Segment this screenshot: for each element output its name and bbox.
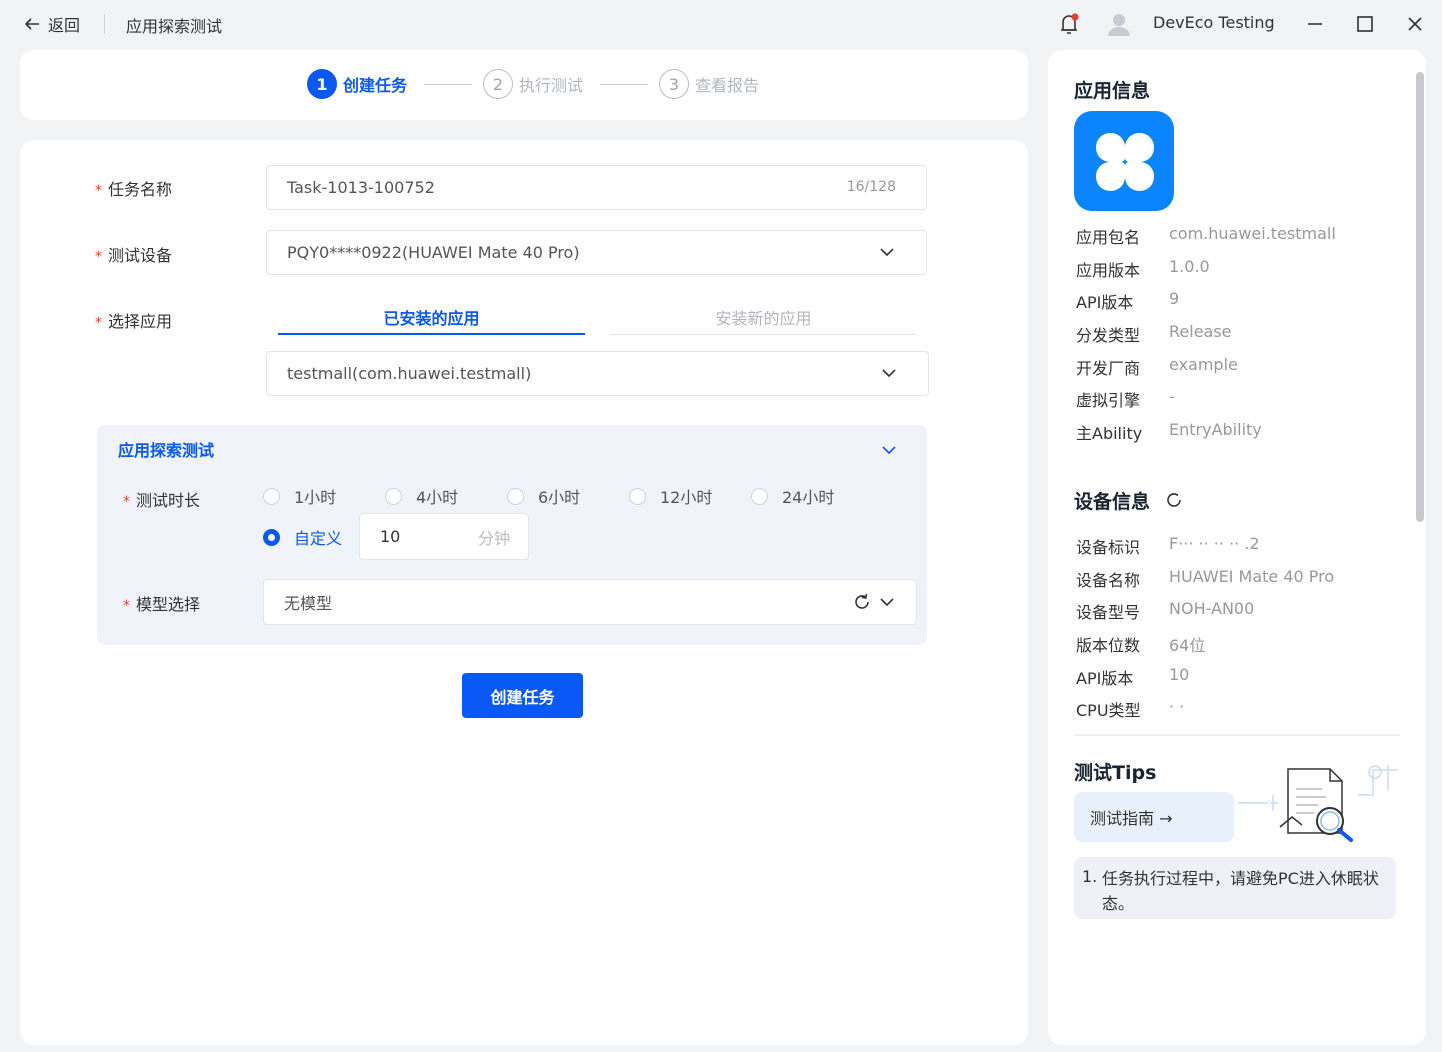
divider: [1074, 734, 1400, 736]
app-field-value: example: [1169, 355, 1238, 374]
device-value: PQY0****0922(HUAWEI Mate 40 Pro): [287, 243, 580, 262]
device-label: * 测试设备: [95, 246, 173, 265]
duration-option-24h[interactable]: 24小时: [751, 484, 834, 508]
step-number: 2: [483, 69, 513, 99]
device-field-value: NOH-AN00: [1169, 599, 1255, 618]
task-name-value: Task-1013-100752: [287, 178, 435, 197]
tab-installed-apps[interactable]: 已安装的应用: [278, 305, 585, 335]
duration-option-12h[interactable]: 12小时: [629, 484, 712, 508]
app-field-key: API版本: [1076, 293, 1134, 312]
refresh-icon[interactable]: [1164, 490, 1184, 510]
app-select[interactable]: testmall(com.huawei.testmall): [266, 351, 929, 396]
app-field-value: Release: [1169, 322, 1232, 341]
device-field-key: 设备型号: [1076, 603, 1141, 622]
chevron-down-icon: [882, 369, 896, 378]
app-field-value: 1.0.0: [1169, 257, 1210, 276]
app-field-key: 开发厂商: [1076, 359, 1141, 378]
notification-bell-icon[interactable]: [1056, 11, 1082, 37]
device-field-value: F··· ·· ·· ·· .2: [1169, 534, 1260, 553]
back-label: 返回: [48, 16, 81, 35]
custom-duration-value: 10: [380, 527, 401, 546]
device-info-title: 设备信息: [1074, 491, 1151, 513]
tab-install-new-app[interactable]: 安装新的应用: [610, 305, 917, 335]
chevron-down-icon: [880, 598, 894, 607]
radio-dot: [507, 487, 524, 505]
duration-unit: 分钟: [477, 528, 510, 548]
app-field-value: EntryAbility: [1169, 420, 1262, 439]
app-field-key: 应用包名: [1076, 228, 1141, 247]
model-select[interactable]: 无模型: [263, 579, 917, 625]
step-report: 3 查看报告: [659, 69, 759, 99]
app-field-value: -: [1169, 387, 1175, 406]
device-field-key: CPU类型: [1076, 701, 1141, 720]
document-search-illustration-icon: [1238, 765, 1398, 842]
duration-label: * 测试时长: [123, 491, 201, 510]
device-field-value: · ·: [1169, 697, 1185, 716]
maximize-icon[interactable]: [1353, 12, 1377, 36]
step-create: 1 创建任务: [307, 69, 407, 99]
app-value: testmall(com.huawei.testmall): [287, 364, 532, 383]
task-name-label: * 任务名称: [95, 180, 173, 199]
step-connector: [424, 84, 472, 85]
user-avatar-icon[interactable]: [1106, 11, 1132, 37]
task-name-input[interactable]: Task-1013-100752 16/128: [266, 165, 927, 210]
tips-title: 测试Tips: [1074, 762, 1157, 784]
explore-section-title: 应用探索测试: [118, 441, 215, 460]
radio-dot: [385, 487, 402, 505]
app-field-key: 分发类型: [1076, 326, 1141, 345]
device-field-value: 10: [1169, 665, 1190, 684]
scrollbar[interactable]: [1416, 72, 1424, 522]
window-title: 应用探索测试: [126, 17, 223, 36]
device-field-key: API版本: [1076, 669, 1134, 688]
radio-dot: [263, 487, 280, 505]
refresh-icon[interactable]: [852, 592, 872, 612]
app-field-key: 应用版本: [1076, 261, 1141, 280]
char-counter: 16/128: [846, 179, 896, 195]
step-label: 执行测试: [519, 76, 584, 95]
collapse-chevron-icon[interactable]: [880, 441, 898, 459]
step-label: 查看报告: [695, 76, 760, 95]
step-execute: 2 执行测试: [483, 69, 583, 99]
app-icon: [1074, 111, 1174, 211]
duration-option-6h[interactable]: 6小时: [507, 484, 580, 508]
username[interactable]: DevEco Testing: [1153, 13, 1275, 32]
back-button[interactable]: 返回: [22, 12, 80, 36]
arrow-left-icon: [24, 18, 39, 30]
app-field-key: 虚拟引擎: [1076, 391, 1141, 410]
step-number: 3: [659, 69, 689, 99]
app-source-tabs: 已安装的应用 安装新的应用: [278, 305, 918, 335]
custom-duration-input[interactable]: 10 分钟: [359, 513, 529, 560]
step-connector: [600, 84, 648, 85]
app-field-value: com.huawei.testmall: [1169, 224, 1336, 243]
close-icon[interactable]: [1403, 12, 1427, 36]
app-info-title: 应用信息: [1074, 80, 1151, 102]
tip-number: 1.: [1082, 867, 1098, 886]
duration-option-4h[interactable]: 4小时: [385, 484, 458, 508]
select-app-label: * 选择应用: [95, 312, 173, 331]
device-field-value: 64位: [1169, 636, 1206, 655]
test-guide-button[interactable]: 测试指南 →: [1074, 792, 1234, 842]
radio-dot: [751, 487, 768, 505]
create-task-button[interactable]: 创建任务: [462, 673, 583, 718]
app-field-key: 主Ability: [1076, 424, 1143, 443]
radio-dot: [629, 487, 646, 505]
model-label: * 模型选择: [123, 595, 201, 614]
device-select[interactable]: PQY0****0922(HUAWEI Mate 40 Pro): [266, 230, 927, 275]
device-field-key: 版本位数: [1076, 636, 1141, 655]
model-value: 无模型: [284, 594, 333, 613]
minimize-icon[interactable]: [1303, 12, 1327, 36]
device-field-key: 设备标识: [1076, 538, 1141, 557]
tip-text: 任务执行过程中，请避免PC进入休眠状态。: [1102, 869, 1379, 913]
title-bar: 返回 应用探索测试 DevEco Testing: [0, 0, 1442, 50]
divider: [104, 15, 105, 33]
device-field-value: HUAWEI Mate 40 Pro: [1169, 567, 1335, 586]
device-field-key: 设备名称: [1076, 571, 1141, 590]
app-field-value: 9: [1169, 289, 1180, 308]
step-number: 1: [307, 69, 337, 99]
step-label: 创建任务: [343, 76, 408, 95]
duration-option-1h[interactable]: 1小时: [263, 484, 336, 508]
radio-dot: [263, 528, 280, 546]
chevron-down-icon: [880, 248, 894, 257]
duration-option-custom[interactable]: 自定义: [263, 525, 342, 549]
